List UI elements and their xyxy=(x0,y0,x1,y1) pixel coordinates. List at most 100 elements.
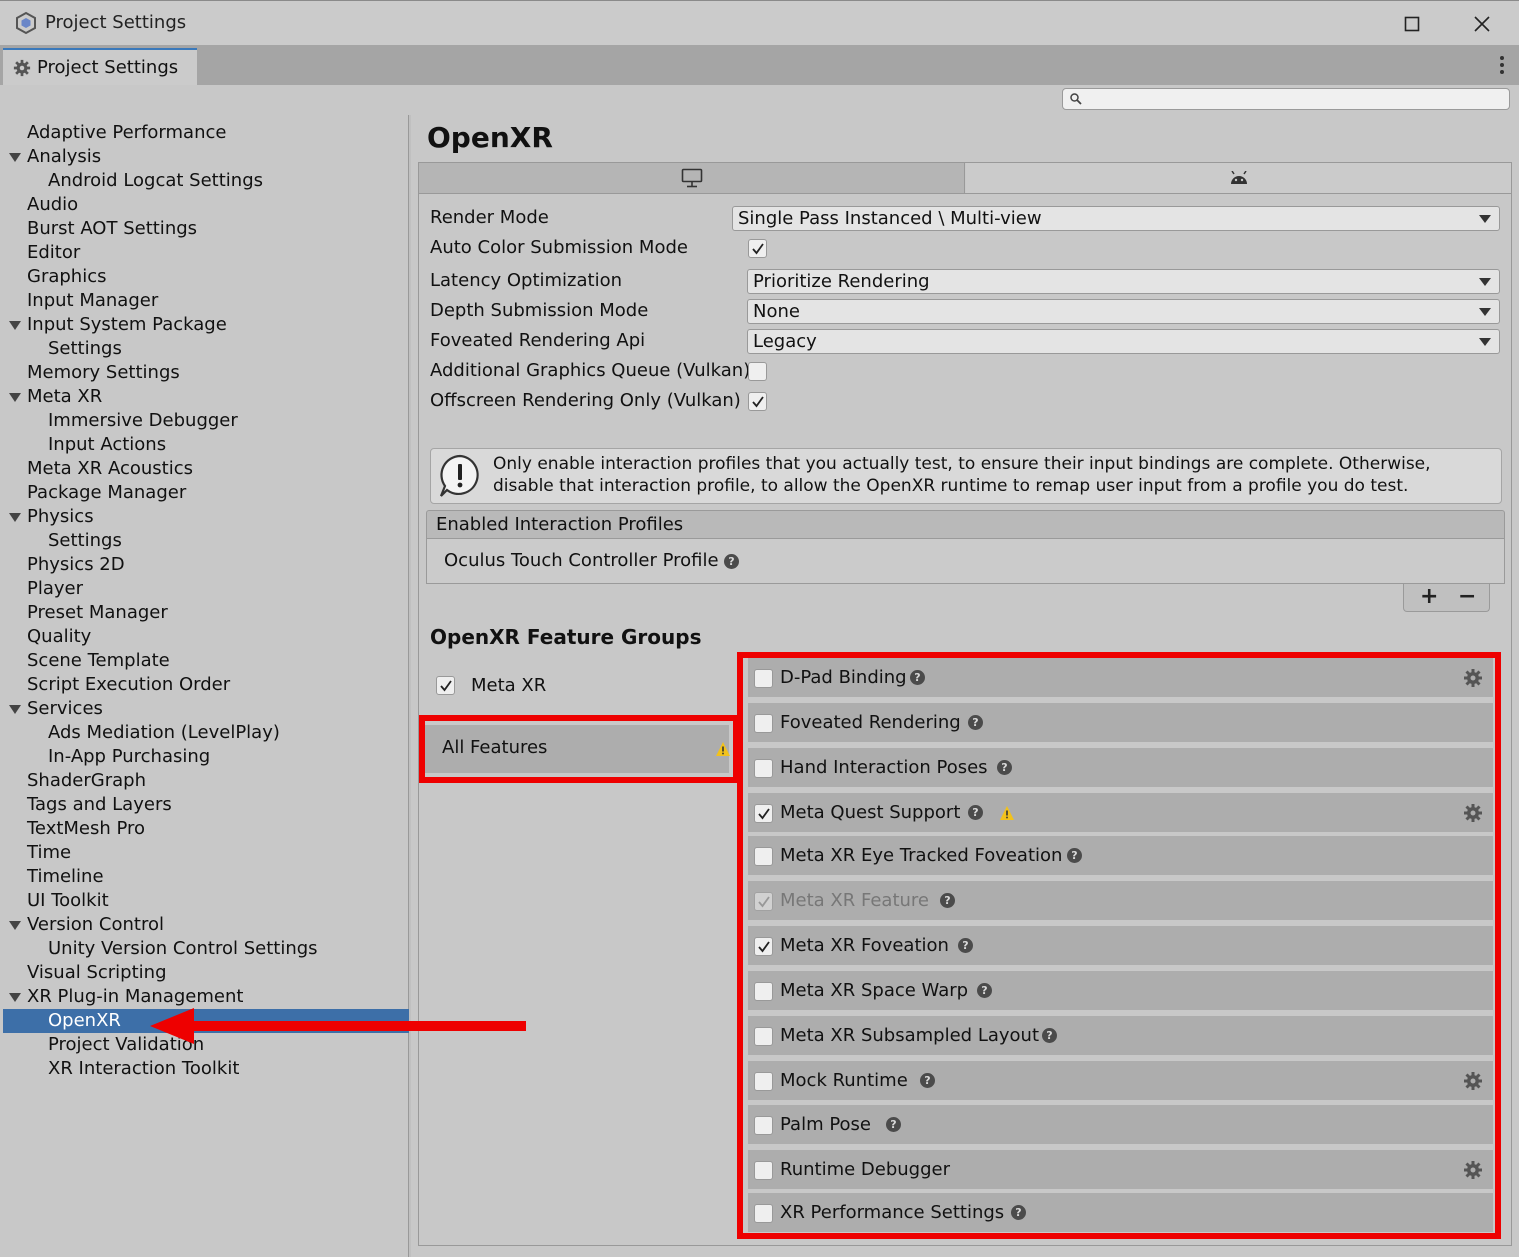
nav-item[interactable]: Input Manager xyxy=(3,289,409,313)
remove-profile-button[interactable]: − xyxy=(1458,584,1476,610)
nav-item-label: Services xyxy=(27,698,103,719)
close-button[interactable] xyxy=(1459,7,1505,41)
additional-queue-checkbox[interactable] xyxy=(748,362,767,381)
expand-arrow-icon[interactable] xyxy=(9,511,21,523)
nav-item-label: Editor xyxy=(27,242,81,263)
unity-logo-icon xyxy=(16,11,36,35)
search-input[interactable] xyxy=(1062,88,1510,110)
nav-item[interactable]: XR Interaction Toolkit xyxy=(3,1057,409,1081)
settings-nav: Adaptive Performance Analysis Android Logc… xyxy=(3,115,409,1257)
nav-item[interactable]: ShaderGraph xyxy=(3,769,409,793)
render-mode-label: Render Mode xyxy=(430,207,549,228)
nav-item-label: Physics 2D xyxy=(27,554,125,575)
depth-submission-dropdown[interactable]: None xyxy=(747,299,1500,324)
nav-item-label: Scene Template xyxy=(27,650,170,671)
nav-item[interactable]: Player xyxy=(3,577,409,601)
nav-item-label: Analysis xyxy=(27,146,102,167)
nav-item[interactable]: Meta XR xyxy=(3,385,409,409)
nav-item[interactable]: Physics xyxy=(3,505,409,529)
nav-item[interactable]: Version Control xyxy=(3,913,409,937)
more-options-icon[interactable] xyxy=(1499,55,1505,75)
nav-item-label: Package Manager xyxy=(27,482,187,503)
expand-arrow-icon[interactable] xyxy=(9,391,21,403)
nav-item[interactable]: Script Execution Order xyxy=(3,673,409,697)
nav-item[interactable]: Graphics xyxy=(3,265,409,289)
latency-value: Prioritize Rendering xyxy=(753,271,930,292)
nav-item[interactable]: Input System Package xyxy=(3,313,409,337)
highlight-box-features xyxy=(737,652,1501,1239)
helpbox-text: Only enable interaction profiles that yo… xyxy=(493,454,1431,496)
nav-item[interactable]: Ads Mediation (LevelPlay) xyxy=(3,721,409,745)
nav-item[interactable]: XR Plug-in Management xyxy=(3,985,409,1009)
nav-item[interactable]: UI Toolkit xyxy=(3,889,409,913)
nav-item[interactable]: Meta XR Acoustics xyxy=(3,457,409,481)
nav-item-label: XR Interaction Toolkit xyxy=(48,1058,240,1079)
render-mode-dropdown[interactable]: Single Pass Instanced \ Multi-view xyxy=(732,206,1500,231)
tab-project-settings[interactable]: Project Settings xyxy=(3,48,197,85)
expand-arrow-icon[interactable] xyxy=(9,991,21,1003)
auto-color-checkbox[interactable] xyxy=(748,239,767,258)
nav-item-label: Settings xyxy=(48,530,122,551)
close-icon xyxy=(1474,16,1490,32)
nav-item[interactable]: Visual Scripting xyxy=(3,961,409,985)
nav-item-label: Physics xyxy=(27,506,94,527)
nav-item[interactable]: Package Manager xyxy=(3,481,409,505)
nav-item-label: ShaderGraph xyxy=(27,770,146,791)
nav-item[interactable]: Input Actions xyxy=(3,433,409,457)
nav-item[interactable]: In-App Purchasing xyxy=(3,745,409,769)
nav-item[interactable]: Time xyxy=(3,841,409,865)
nav-item[interactable]: Unity Version Control Settings xyxy=(3,937,409,961)
nav-item-label: Meta XR Acoustics xyxy=(27,458,193,479)
expand-arrow-icon[interactable] xyxy=(9,151,21,163)
additional-queue-label: Additional Graphics Queue (Vulkan) xyxy=(430,360,751,381)
tab-android[interactable] xyxy=(966,163,1511,193)
auto-color-label: Auto Color Submission Mode xyxy=(430,237,688,258)
nav-item-label: Memory Settings xyxy=(27,362,180,383)
offscreen-checkbox[interactable] xyxy=(748,392,767,411)
expand-arrow-icon[interactable] xyxy=(9,919,21,931)
nav-item[interactable]: Settings xyxy=(3,337,409,361)
nav-item[interactable]: Settings xyxy=(3,529,409,553)
help-icon[interactable]: ? xyxy=(724,554,739,569)
feature-group-checkbox[interactable] xyxy=(436,676,455,695)
nav-item[interactable]: Burst AOT Settings xyxy=(3,217,409,241)
nav-item[interactable]: Preset Manager xyxy=(3,601,409,625)
nav-item[interactable]: Timeline xyxy=(3,865,409,889)
nav-item[interactable]: TextMesh Pro xyxy=(3,817,409,841)
nav-item[interactable]: Memory Settings xyxy=(3,361,409,385)
nav-item-label: Version Control xyxy=(27,914,164,935)
nav-item[interactable]: Quality xyxy=(3,625,409,649)
nav-item[interactable]: Tags and Layers xyxy=(3,793,409,817)
nav-item[interactable]: Immersive Debugger xyxy=(3,409,409,433)
expand-arrow-icon[interactable] xyxy=(9,703,21,715)
nav-item[interactable]: Adaptive Performance xyxy=(3,121,409,145)
info-helpbox: Only enable interaction profiles that yo… xyxy=(430,448,1502,504)
nav-item-label: Player xyxy=(27,578,84,599)
tab-standalone[interactable] xyxy=(419,163,965,193)
list-item[interactable]: Oculus Touch Controller Profile xyxy=(444,550,719,571)
expand-arrow-icon[interactable] xyxy=(9,319,21,331)
feature-group-meta-xr[interactable]: Meta XR xyxy=(418,670,738,700)
nav-item[interactable]: Analysis xyxy=(3,145,409,169)
platform-tabs xyxy=(418,162,1512,194)
maximize-button[interactable] xyxy=(1389,7,1435,41)
nav-item-label: Tags and Layers xyxy=(27,794,172,815)
nav-item[interactable]: Audio xyxy=(3,193,409,217)
latency-dropdown[interactable]: Prioritize Rendering xyxy=(747,269,1500,294)
render-mode-value: Single Pass Instanced \ Multi-view xyxy=(738,208,1042,229)
checkmark-icon xyxy=(440,680,452,692)
foveated-api-dropdown[interactable]: Legacy xyxy=(747,329,1500,354)
window-titlebar: Project Settings xyxy=(0,0,1519,45)
nav-item[interactable]: Services xyxy=(3,697,409,721)
nav-item[interactable]: Scene Template xyxy=(3,649,409,673)
feature-groups-title: OpenXR Feature Groups xyxy=(430,625,702,649)
nav-item[interactable]: Editor xyxy=(3,241,409,265)
nav-item-label: Burst AOT Settings xyxy=(27,218,198,239)
nav-item-label: Meta XR xyxy=(27,386,103,407)
nav-item[interactable]: Physics 2D xyxy=(3,553,409,577)
nav-item-label: Audio xyxy=(27,194,79,215)
add-profile-button[interactable]: + xyxy=(1420,584,1438,610)
foveated-api-label: Foveated Rendering Api xyxy=(430,330,646,351)
nav-item[interactable]: Android Logcat Settings xyxy=(3,169,409,193)
tab-strip: Project Settings xyxy=(0,45,1519,85)
